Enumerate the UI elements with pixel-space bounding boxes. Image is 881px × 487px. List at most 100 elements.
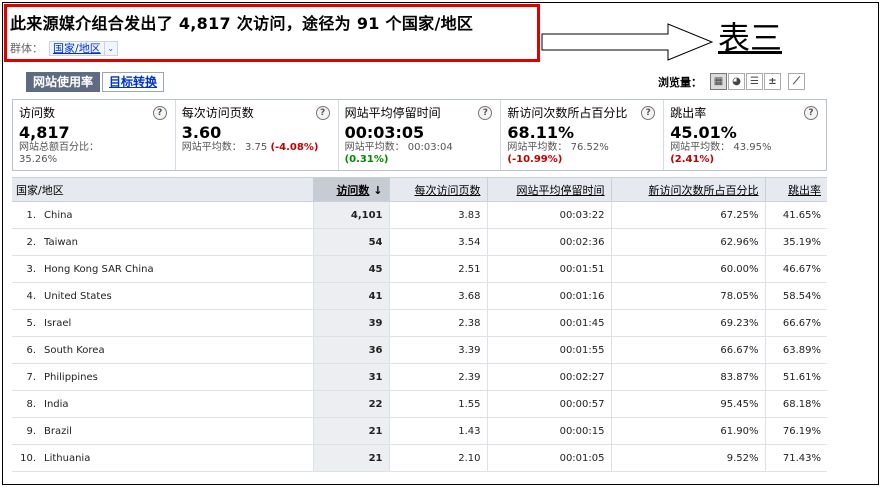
row-bounce-rate: 71.43% [765,444,827,472]
row-pages-per-visit: 2.38 [389,309,488,337]
row-index: 6. [12,336,38,364]
metric-note: 网站平均数： 3.75 (-4.08%) [181,142,319,153]
column-header-bounce-rate[interactable]: 跳出率 [765,177,827,202]
row-avg-time: 00:01:45 [487,309,612,337]
row-country-link[interactable]: Taiwan [38,228,314,256]
table-row: 3. Hong Kong SAR China 45 2.51 00:01:51 60.00… [12,255,827,283]
row-new-visits-pct: 95.45% [611,390,766,418]
column-header-avg-time[interactable]: 网站平均停留时间 [487,177,612,202]
row-new-visits-pct: 60.00% [611,255,766,283]
metric-note: 网站平均数： 00:03:04 (0.31%) [344,142,453,165]
row-bounce-rate: 41.65% [765,201,827,229]
metric-label: 访问数 [19,106,56,120]
row-index: 7. [12,363,38,391]
row-bounce-rate: 76.19% [765,417,827,445]
view-switcher: 浏览量： ▦ ◕ ☰ ± ⟋ [658,73,806,90]
row-pages-per-visit: 3.54 [389,228,488,256]
column-header-visits[interactable]: 访问数 ↓ [313,177,390,202]
metric-new-visits-pct: 新访问次数所占百分比 68.11% 网站平均数： 76.52% (-10.99%… [501,100,665,170]
row-index: 8. [12,390,38,418]
row-new-visits-pct: 67.25% [611,201,766,229]
row-avg-time: 00:01:16 [487,282,612,310]
row-visits: 54 [313,228,390,256]
segment-label: 群体： [10,42,43,55]
table-row: 6. South Korea 36 3.39 00:01:55 66.67% 63.89% [12,336,827,364]
row-country-link[interactable]: South Korea [38,336,314,364]
row-country-link[interactable]: China [38,201,314,229]
column-header-new-visits[interactable]: 新访问次数所占百分比 [611,177,766,202]
row-visits: 45 [313,255,390,283]
help-icon[interactable]: ? [315,106,330,120]
pie-view-icon[interactable]: ◕ [728,73,745,90]
row-pages-per-visit: 1.43 [389,417,488,445]
segment-value[interactable]: 国家/地区 [50,40,104,56]
row-country-link[interactable]: Brazil [38,417,314,445]
row-visits: 39 [313,309,390,337]
table-row: 8. India 22 1.55 00:00:57 95.45% 68.18% [12,390,827,418]
metric-avg-time: 网站平均停留时间 00:03:05 网站平均数： 00:03:04 (0.31%)… [339,100,502,170]
row-visits: 21 [313,444,390,472]
row-avg-time: 00:01:55 [487,336,612,364]
metric-bounce-rate: 跳出率 45.01% 网站平均数： 43.95% (2.41%) ? [664,100,826,170]
metric-note: 网站总额百分比： 35.26% [19,142,99,165]
row-pages-per-visit: 3.83 [389,201,488,229]
row-new-visits-pct: 61.90% [611,417,766,445]
table-header-row: 国家/地区 访问数 ↓ 每次访问页数 网站平均停留时间 新访问次数所占百分比 跳… [12,177,827,202]
chevron-down-icon[interactable]: ⌄ [103,41,117,55]
metric-pages-per-visit: 每次访问页数 3.60 网站平均数： 3.75 (-4.08%) ? [176,100,339,170]
column-header-pages[interactable]: 每次访问页数 [389,177,488,202]
row-new-visits-pct: 83.87% [611,363,766,391]
table-row: 9. Brazil 21 1.43 00:00:15 61.90% 76.19% [12,417,827,445]
compare-view-icon[interactable]: ± [764,73,781,90]
row-index: 2. [12,228,38,256]
annotation-arrow-icon [541,23,714,61]
row-visits: 21 [313,417,390,445]
row-country-link[interactable]: Israel [38,309,314,337]
tab-site-usage[interactable]: 网站使用率 [26,72,101,92]
row-bounce-rate: 63.89% [765,336,827,364]
row-visits: 31 [313,363,390,391]
row-avg-time: 00:03:22 [487,201,612,229]
segment-dropdown[interactable]: 国家/地区 ⌄ [49,40,118,56]
pivot-view-icon[interactable]: ⟋ [788,73,805,90]
metric-visits: 访问数 4,817 网站总额百分比： 35.26% ? [13,100,176,170]
metric-value: 00:03:05 [344,123,425,142]
row-pages-per-visit: 2.51 [389,255,488,283]
metric-value: 4,817 [19,123,70,142]
row-index: 10. [12,444,38,472]
row-index: 3. [12,255,38,283]
row-country-link[interactable]: Hong Kong SAR China [38,255,314,283]
row-country-link[interactable]: India [38,390,314,418]
row-country-link[interactable]: United States [38,282,314,310]
row-avg-time: 00:02:27 [487,363,612,391]
table-row: 2. Taiwan 54 3.54 00:02:36 62.96% 35.19% [12,228,827,256]
help-icon[interactable]: ? [803,106,818,120]
metric-label: 新访问次数所占百分比 [507,106,628,120]
row-index: 1. [12,201,38,229]
metric-label: 跳出率 [670,106,707,120]
row-pages-per-visit: 2.39 [389,363,488,391]
row-avg-time: 00:00:15 [487,417,612,445]
table-row: 1. China 4,101 3.83 00:03:22 67.25% 41.65% [12,201,827,229]
row-bounce-rate: 46.67% [765,255,827,283]
help-icon[interactable]: ? [152,106,167,120]
table-row: 5. Israel 39 2.38 00:01:45 69.23% 66.67% [12,309,827,337]
sort-arrow-icon: ↓ [373,183,383,197]
row-country-link[interactable]: Philippines [38,363,314,391]
bar-view-icon[interactable]: ☰ [746,73,763,90]
segment-row: 群体： 国家/地区 ⌄ [10,40,118,56]
data-table: 国家/地区 访问数 ↓ 每次访问页数 网站平均停留时间 新访问次数所占百分比 跳… [12,177,827,472]
row-country-link[interactable]: Lithuania [38,444,314,472]
row-bounce-rate: 66.67% [765,309,827,337]
row-avg-time: 00:01:05 [487,444,612,472]
metric-value: 45.01% [670,123,737,142]
row-visits: 41 [313,282,390,310]
metric-value: 68.11% [507,123,575,142]
table-view-icon[interactable]: ▦ [710,73,727,90]
row-new-visits-pct: 9.52% [611,444,766,472]
tab-goal-conversion[interactable]: 目标转换 [102,72,165,92]
view-label: 浏览量： [658,75,702,89]
row-index: 4. [12,282,38,310]
page-title: 此来源媒介组合发出了 4,817 次访问，途径为 91 个国家/地区 [10,14,474,33]
row-bounce-rate: 58.54% [765,282,827,310]
